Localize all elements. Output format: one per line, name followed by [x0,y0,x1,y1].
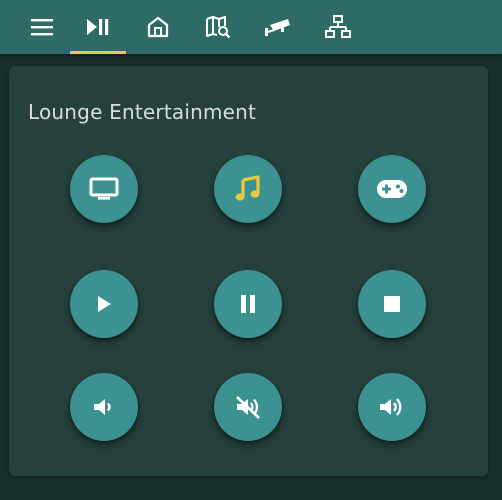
tv-icon [89,177,119,200]
play-icon [98,296,111,312]
volume-mute-icon [236,396,260,419]
mute-button[interactable] [214,373,282,441]
media-play-pause-icon [87,19,109,35]
pause-icon [241,295,255,313]
security-camera-icon [265,19,290,36]
gamepad-icon [377,180,407,198]
tv-button[interactable] [70,155,138,223]
network-icon [325,15,351,38]
volume-down-button[interactable] [70,373,138,441]
stop-icon [384,296,400,312]
tab-map[interactable] [190,0,246,54]
top-app-bar [0,0,502,54]
music-button[interactable] [214,155,282,223]
tab-network[interactable] [310,0,366,54]
home-icon [147,16,169,38]
volume-up-icon [380,398,402,416]
volume-up-button[interactable] [358,373,426,441]
tab-camera[interactable] [250,0,306,54]
pause-button[interactable] [214,270,282,338]
play-button[interactable] [70,270,138,338]
menu-icon [31,19,53,36]
menu-button[interactable] [14,0,70,54]
gamepad-button[interactable] [358,155,426,223]
tab-home[interactable] [130,0,186,54]
volume-down-icon [94,399,111,415]
map-search-icon [206,16,231,39]
lounge-entertainment-card: Lounge Entertainment [9,66,488,476]
card-title: Lounge Entertainment [28,100,257,124]
stop-button[interactable] [358,270,426,338]
music-note-icon [235,175,260,201]
tab-media[interactable] [70,0,126,54]
